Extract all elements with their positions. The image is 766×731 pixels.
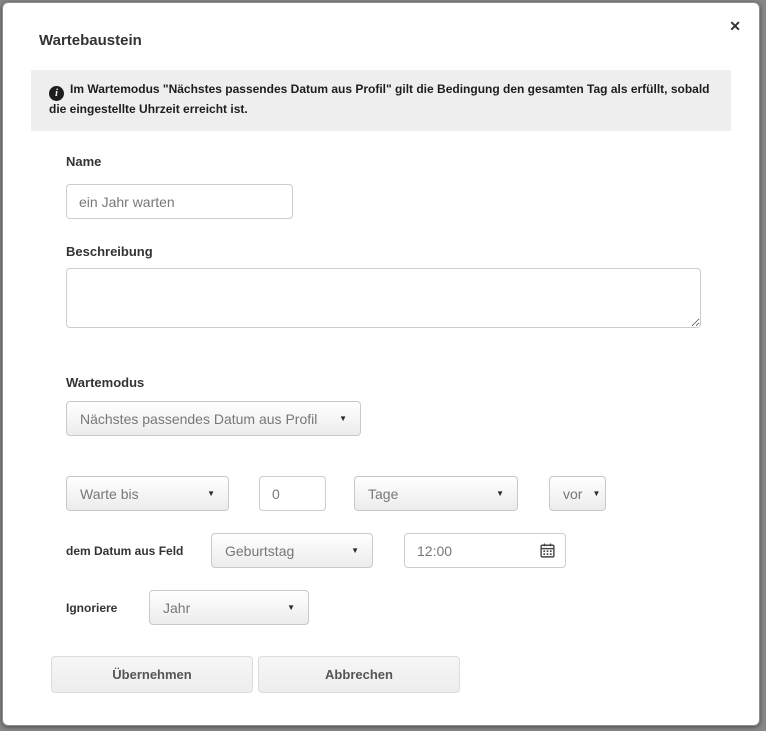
cancel-button[interactable]: Abbrechen [258,656,460,693]
page-title: Wartebaustein [39,31,759,50]
offset-input[interactable] [259,476,326,511]
wait-mode-label: Wartemodus [66,374,759,392]
dialog-footer: Übernehmen Abbrechen [51,656,759,693]
chevron-down-icon: ▼ [496,489,504,498]
direction-dropdown[interactable]: vor ▼ [549,476,606,511]
date-field-row: dem Datum aus Feld Geburtstag ▼ [66,533,759,568]
apply-button[interactable]: Übernehmen [51,656,253,693]
info-box: iIm Wartemodus "Nächstes passendes Datum… [31,70,731,131]
close-icon[interactable]: ✕ [729,19,741,33]
chevron-down-icon: ▼ [351,546,359,555]
date-field-dropdown[interactable]: Geburtstag ▼ [211,533,373,568]
info-icon: i [49,86,64,101]
wait-mode-selected: Nächstes passendes Datum aus Profil [80,411,317,427]
name-label: Name [66,153,759,171]
unit-dropdown[interactable]: Tage ▼ [354,476,518,511]
description-textarea[interactable] [66,268,701,328]
direction-selected: vor [563,486,582,502]
wartebaustein-dialog: ✕ Wartebaustein iIm Wartemodus "Nächstes… [2,2,760,726]
ignore-dropdown[interactable]: Jahr ▼ [149,590,309,625]
ignore-selected: Jahr [163,600,190,616]
time-input[interactable] [404,533,566,568]
ignore-row: Ignoriere Jahr ▼ [66,590,759,625]
time-field [404,533,566,568]
date-field-selected: Geburtstag [225,543,294,559]
name-input[interactable] [66,184,293,219]
chevron-down-icon: ▼ [339,414,347,423]
ignore-label: Ignoriere [66,601,149,615]
unit-selected: Tage [368,486,398,502]
description-label: Beschreibung [66,243,759,261]
chevron-down-icon: ▼ [287,603,295,612]
chevron-down-icon: ▼ [592,489,600,498]
wait-until-selected: Warte bis [80,486,139,502]
wait-settings-row: Warte bis ▼ Tage ▼ vor ▼ [66,476,759,511]
wait-until-dropdown[interactable]: Warte bis ▼ [66,476,229,511]
wait-mode-dropdown[interactable]: Nächstes passendes Datum aus Profil ▼ [66,401,361,436]
date-field-label: dem Datum aus Feld [66,544,211,558]
info-text: Im Wartemodus "Nächstes passendes Datum … [49,82,710,116]
chevron-down-icon: ▼ [207,489,215,498]
